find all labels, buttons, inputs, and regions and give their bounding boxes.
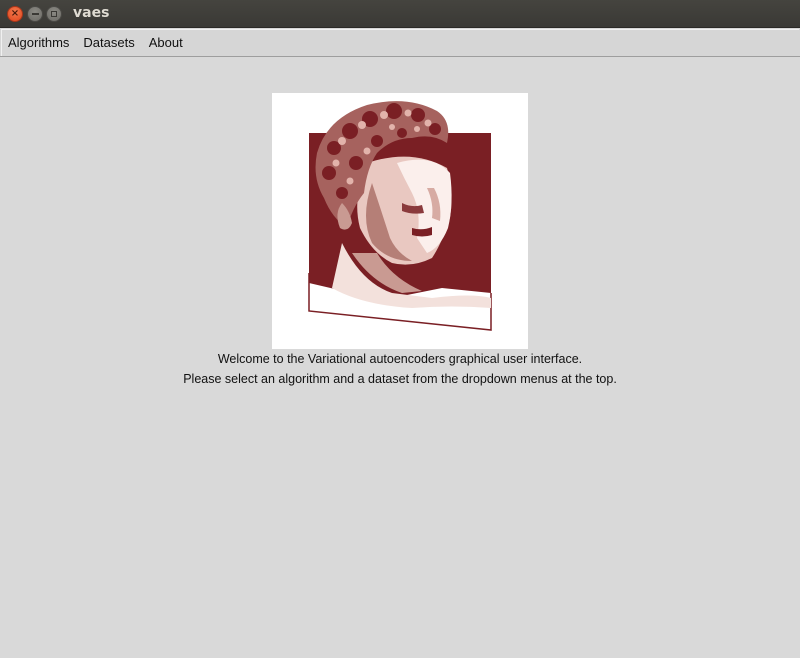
welcome-text: Welcome to the Variational autoencoders …	[217, 352, 583, 366]
title-bar[interactable]: × vaes	[0, 0, 800, 28]
menu-datasets[interactable]: Datasets	[76, 35, 141, 50]
maximize-window-button[interactable]	[46, 6, 62, 22]
university-logo	[272, 93, 528, 349]
menu-about[interactable]: About	[142, 35, 190, 50]
minimize-icon	[31, 13, 39, 15]
menu-algorithms[interactable]: Algorithms	[1, 35, 76, 50]
instruction-text: Please select an algorithm and a dataset…	[183, 372, 617, 386]
window-title: vaes	[73, 5, 110, 21]
app-window: × vaes Algorithms Datasets About Welcome…	[0, 0, 800, 658]
maximize-icon	[51, 11, 57, 17]
minimize-window-button[interactable]	[27, 6, 43, 22]
hermes-bust-logo-image	[308, 101, 492, 331]
close-icon: ×	[10, 8, 20, 19]
close-window-button[interactable]: ×	[7, 6, 23, 22]
menu-bar: Algorithms Datasets About	[0, 28, 800, 57]
